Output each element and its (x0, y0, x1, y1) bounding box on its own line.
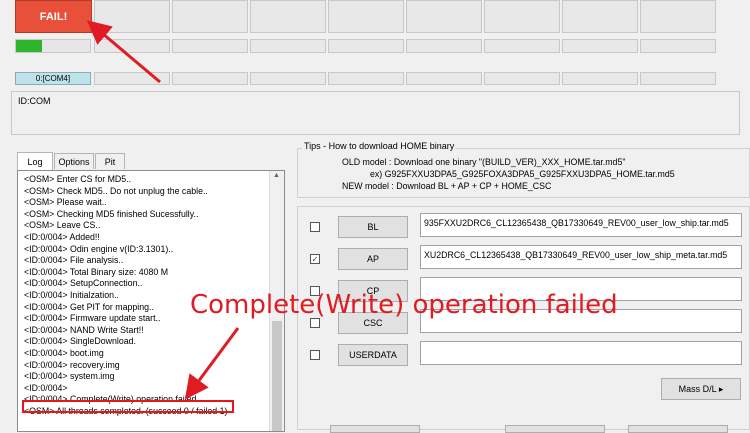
arrow-to-fail (86, 20, 161, 84)
annotation-arrows (86, 20, 240, 400)
arrow-to-log-error (184, 327, 240, 400)
